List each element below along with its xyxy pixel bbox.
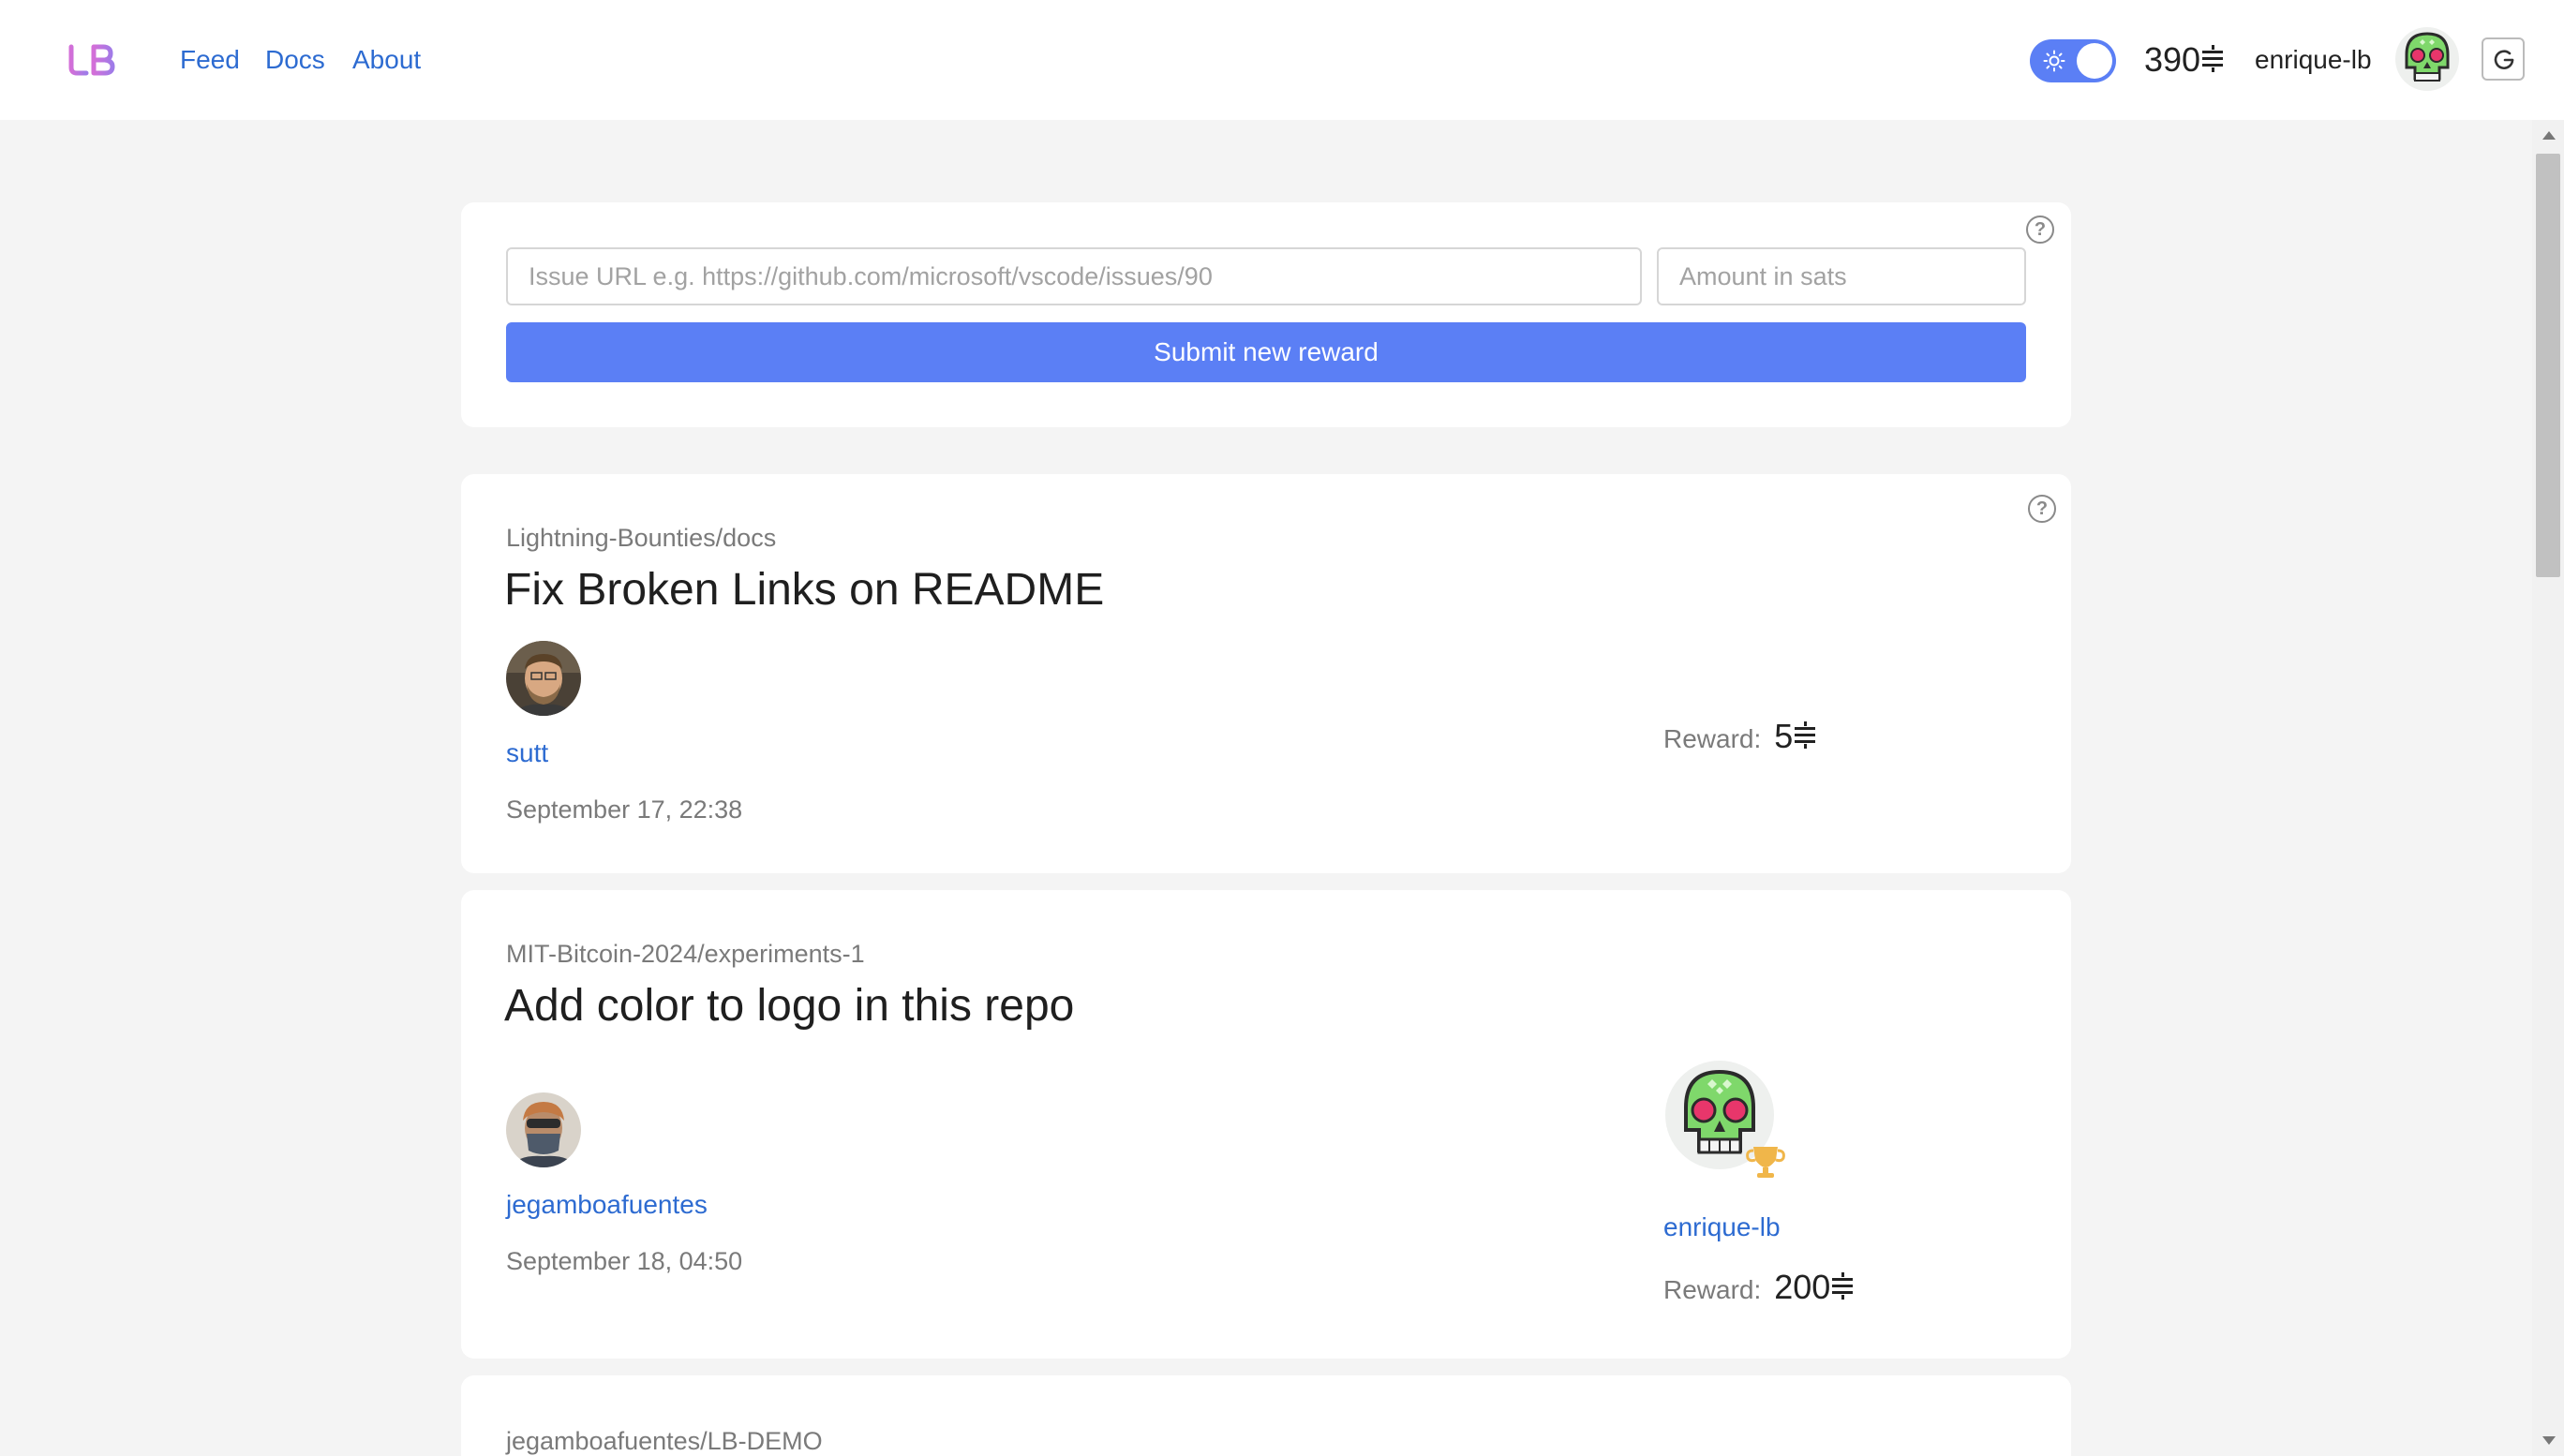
balance-value: 390 bbox=[2144, 40, 2201, 79]
nav-about-link[interactable]: About bbox=[352, 41, 421, 79]
issue-title[interactable]: Add color to logo in this repo bbox=[504, 978, 1074, 1034]
sats-balance: 390 bbox=[2144, 37, 2224, 82]
author-avatar[interactable] bbox=[506, 1092, 581, 1167]
reward-card: ? Lightning-Bounties/docs Fix Broken Lin… bbox=[461, 474, 2071, 873]
reward-amount: Reward: 200 bbox=[1663, 1267, 1854, 1315]
page-scrollbar[interactable] bbox=[2532, 120, 2564, 1456]
scroll-up-arrow[interactable] bbox=[2542, 131, 2556, 140]
scroll-down-arrow[interactable] bbox=[2542, 1436, 2556, 1445]
reward-card: jegamboafuentes/LB-DEMO bbox=[461, 1375, 2071, 1456]
theme-toggle[interactable] bbox=[2030, 39, 2116, 82]
reward-value: 200 bbox=[1774, 1268, 1831, 1306]
repo-name[interactable]: Lightning-Bounties/docs bbox=[506, 521, 776, 555]
sats-icon bbox=[2202, 45, 2224, 73]
sun-icon bbox=[2043, 50, 2065, 72]
toggle-knob bbox=[2077, 43, 2112, 79]
winner-username[interactable]: enrique-lb bbox=[1663, 1211, 1781, 1244]
post-date: September 17, 22:38 bbox=[506, 795, 743, 824]
author-avatar[interactable] bbox=[506, 641, 581, 716]
logout-icon bbox=[2494, 50, 2514, 69]
nav-feed-link[interactable]: Feed bbox=[180, 41, 240, 79]
reward-label: Reward: bbox=[1663, 1275, 1762, 1304]
sats-icon bbox=[1795, 721, 1816, 750]
logout-button[interactable] bbox=[2482, 37, 2525, 81]
user-avatar-skull[interactable] bbox=[2394, 26, 2460, 92]
help-icon[interactable]: ? bbox=[2026, 215, 2054, 244]
reward-value: 5 bbox=[1774, 717, 1794, 755]
repo-name[interactable]: jegamboafuentes/LB-DEMO bbox=[506, 1424, 823, 1456]
header-username[interactable]: enrique-lb bbox=[2255, 41, 2372, 79]
author-username[interactable]: jegamboafuentes bbox=[506, 1188, 708, 1222]
lightning-bounties-logo[interactable] bbox=[66, 41, 122, 79]
submit-reward-card: ? Submit new reward bbox=[461, 202, 2071, 427]
trophy-icon bbox=[1746, 1147, 1785, 1178]
reward-card: MIT-Bitcoin-2024/experiments-1 Add color… bbox=[461, 890, 2071, 1359]
issue-title[interactable]: Fix Broken Links on README bbox=[504, 562, 1104, 618]
reward-amount: Reward: 5 bbox=[1663, 716, 1816, 765]
winner-avatar-skull[interactable] bbox=[1663, 1059, 1785, 1181]
help-icon[interactable]: ? bbox=[2028, 495, 2056, 523]
issue-url-input[interactable] bbox=[506, 247, 1642, 305]
scrollbar-thumb[interactable] bbox=[2536, 154, 2560, 577]
submit-reward-button[interactable]: Submit new reward bbox=[506, 322, 2026, 382]
amount-sats-input[interactable] bbox=[1657, 247, 2026, 305]
repo-name[interactable]: MIT-Bitcoin-2024/experiments-1 bbox=[506, 937, 865, 971]
sats-icon bbox=[1832, 1272, 1854, 1300]
author-username[interactable]: sutt bbox=[506, 736, 548, 770]
top-navbar: Feed Docs About 390 enrique-lb bbox=[0, 0, 2564, 120]
nav-docs-link[interactable]: Docs bbox=[265, 41, 325, 79]
reward-label: Reward: bbox=[1663, 724, 1762, 753]
post-date: September 18, 04:50 bbox=[506, 1247, 743, 1275]
